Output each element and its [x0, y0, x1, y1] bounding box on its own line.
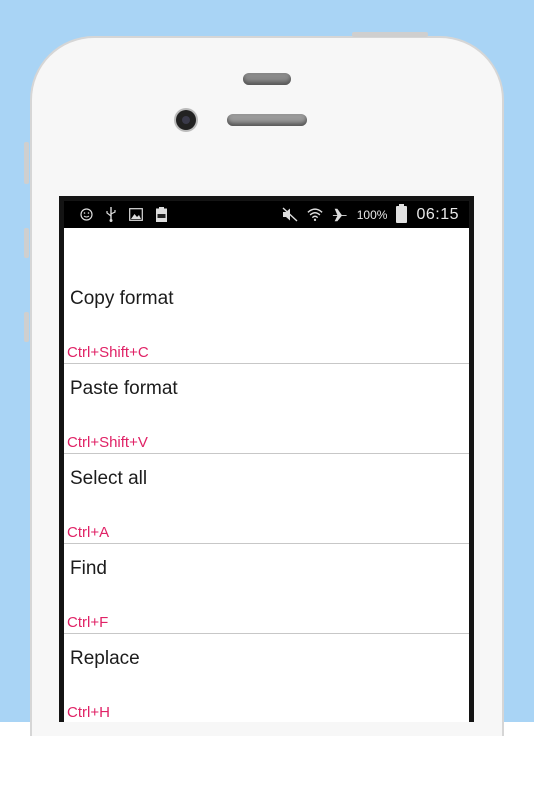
phone-screen: 100% 06:15 Copy format Ctrl+Shift+C Past…: [59, 196, 474, 722]
menu-item-replace[interactable]: Replace Ctrl+H: [64, 634, 469, 722]
menu-item-find[interactable]: Find Ctrl+F: [64, 544, 469, 634]
menu-item-label: Paste format: [70, 378, 178, 399]
menu-item-label: Select all: [70, 468, 148, 489]
menu-top-spacer: [64, 228, 469, 274]
menu-item-label: Find: [70, 558, 107, 579]
volume-up-button: [24, 228, 29, 258]
usb-icon: [103, 207, 119, 223]
status-left-icons: [78, 207, 169, 223]
menu-item-label: Replace: [70, 648, 140, 669]
smiley-icon: [78, 207, 94, 223]
menu-item-shortcut: Ctrl+Shift+C: [67, 344, 149, 361]
menu-item-shortcut: Ctrl+F: [67, 614, 109, 631]
speaker-grille: [227, 114, 307, 126]
earpiece: [243, 73, 291, 85]
menu-item-shortcut: Ctrl+A: [67, 524, 110, 541]
power-button: [352, 32, 428, 37]
menu-item-select-all[interactable]: Select all Ctrl+A: [64, 454, 469, 544]
battery-icon: [396, 204, 408, 223]
battery-100-icon: [153, 207, 169, 223]
battery-percent: 100%: [356, 207, 388, 222]
wifi-icon: [307, 207, 323, 223]
mute-icon: [282, 207, 298, 223]
front-camera: [176, 110, 196, 130]
status-bar: 100% 06:15: [64, 201, 469, 228]
volume-switch: [24, 142, 29, 184]
status-right-icons: 100% 06:15: [282, 204, 459, 224]
menu-item-paste-format[interactable]: Paste format Ctrl+Shift+V: [64, 364, 469, 454]
menu-item-shortcut: Ctrl+H: [67, 704, 110, 721]
menu-item-copy-format[interactable]: Copy format Ctrl+Shift+C: [64, 274, 469, 364]
airplane-icon: [332, 207, 348, 223]
context-menu: Copy format Ctrl+Shift+C Paste format Ct…: [64, 228, 469, 722]
volume-down-button: [24, 312, 29, 342]
clock: 06:15: [416, 205, 459, 223]
menu-item-shortcut: Ctrl+Shift+V: [67, 434, 148, 451]
menu-item-label: Copy format: [70, 288, 174, 309]
image-icon: [128, 207, 144, 223]
